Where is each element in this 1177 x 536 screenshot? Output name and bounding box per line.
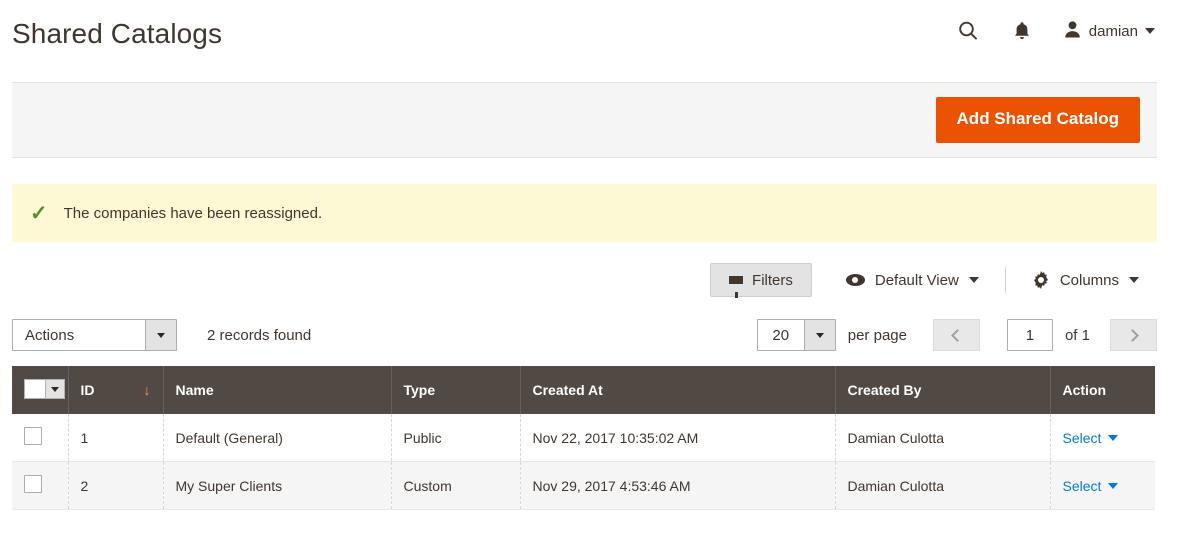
cell-id: 1 (68, 414, 164, 462)
column-header-id[interactable]: ID ↓ (68, 366, 164, 414)
mass-actions-dropdown-toggle[interactable] (145, 320, 176, 350)
funnel-icon (729, 276, 744, 298)
column-header-created-at[interactable]: Created At (520, 366, 836, 414)
cell-name: My Super Clients (163, 461, 392, 510)
page-title: Shared Catalogs (12, 18, 223, 49)
search-icon[interactable] (955, 18, 981, 44)
column-header-created-at-label: Created At (532, 382, 603, 398)
filters-button-label: Filters (752, 271, 793, 289)
row-checkbox-cell (12, 461, 69, 510)
header-tools: damian (955, 18, 1155, 44)
chevron-down-icon (1108, 482, 1119, 489)
chevron-down-icon (815, 332, 824, 338)
row-checkbox-cell (12, 414, 69, 462)
table-head: ID ↓ Name Type Created At Created By Act… (12, 366, 1155, 414)
cell-action: Select (1050, 461, 1155, 510)
user-menu[interactable]: damian (1063, 20, 1155, 43)
user-name: damian (1088, 22, 1138, 40)
view-control-label: Default View (874, 271, 959, 289)
columns-control[interactable]: Columns (1014, 263, 1157, 297)
column-header-created-by[interactable]: Created By (835, 366, 1051, 414)
grid-header-bar: Actions 2 records found 20 per page of 1 (12, 310, 1157, 360)
cell-created-by: Damian Culotta (835, 461, 1051, 510)
column-header-checkbox (12, 366, 69, 414)
cell-id: 2 (68, 461, 164, 510)
chevron-right-icon (1125, 328, 1139, 342)
cell-created-by: Damian Culotta (835, 414, 1051, 462)
records-found-label: 2 records found (207, 326, 312, 344)
row-action-select-label: Select (1062, 477, 1102, 494)
column-header-created-by-label: Created By (847, 382, 922, 398)
bell-icon[interactable] (1009, 18, 1035, 44)
cell-name: Default (General) (163, 414, 392, 462)
pagination-controls: 20 per page of 1 (756, 319, 1157, 351)
select-all-checkbox[interactable] (25, 380, 45, 398)
page-actions-bar: Add Shared Catalog (12, 82, 1157, 158)
column-header-type[interactable]: Type (391, 366, 521, 414)
column-header-id-label: ID (80, 382, 95, 398)
column-header-type-label: Type (403, 382, 436, 398)
column-header-action: Action (1050, 366, 1155, 414)
add-shared-catalog-button[interactable]: Add Shared Catalog (935, 97, 1140, 143)
filters-button[interactable]: Filters (710, 263, 812, 298)
total-pages-label: of 1 (1064, 326, 1090, 344)
per-page-select[interactable]: 20 (756, 319, 836, 351)
row-action-select-label: Select (1062, 429, 1102, 446)
per-page-value: 20 (772, 326, 790, 344)
table-row[interactable]: 1 Default (General) Public Nov 22, 2017 … (12, 414, 1155, 462)
chevron-down-icon (157, 332, 165, 338)
data-grid-wrapper: ID ↓ Name Type Created At Created By Act… (12, 366, 1155, 510)
gear-icon (1032, 271, 1050, 289)
row-action-select[interactable]: Select (1063, 430, 1119, 446)
chevron-down-icon (1145, 28, 1155, 34)
select-all-dropdown-toggle[interactable] (45, 380, 64, 398)
grid-header-left: Actions 2 records found (12, 319, 311, 351)
chevron-down-icon (1108, 434, 1119, 441)
select-all-checkbox-group[interactable] (24, 379, 65, 399)
success-message-text: The companies have been reassigned. (63, 204, 323, 222)
check-icon: ✓ (30, 201, 48, 225)
chevron-down-icon (51, 386, 59, 392)
columns-control-label: Columns (1059, 271, 1119, 289)
table-header-row: ID ↓ Name Type Created At Created By Act… (12, 366, 1155, 414)
cell-type: Custom (391, 461, 521, 510)
chevron-left-icon (951, 328, 965, 342)
row-action-select[interactable]: Select (1063, 478, 1119, 494)
current-page-input[interactable] (1006, 319, 1053, 351)
page-header: Shared Catalogs damian (0, 0, 1177, 78)
sort-descending-icon: ↓ (143, 382, 151, 398)
cell-created-at: Nov 22, 2017 10:35:02 AM (520, 414, 836, 462)
table-body: 1 Default (General) Public Nov 22, 2017 … (12, 414, 1155, 510)
shared-catalogs-table: ID ↓ Name Type Created At Created By Act… (12, 366, 1155, 510)
previous-page-button[interactable] (932, 319, 980, 351)
grid-toolbar: Filters Default View Columns (12, 258, 1157, 302)
success-message: ✓ The companies have been reassigned. (12, 184, 1157, 242)
view-bookmarks-control[interactable]: Default View (828, 263, 997, 297)
mass-actions-value: Actions (25, 326, 75, 344)
per-page-dropdown-toggle[interactable] (803, 320, 835, 350)
column-header-name[interactable]: Name (163, 366, 392, 414)
chevron-down-icon (968, 277, 979, 283)
cell-type: Public (391, 414, 521, 462)
user-avatar-icon (1063, 20, 1082, 43)
cell-action: Select (1050, 414, 1155, 462)
cell-created-at: Nov 29, 2017 4:53:46 AM (520, 461, 836, 510)
mass-actions-select[interactable]: Actions (12, 319, 177, 351)
row-checkbox[interactable] (24, 475, 42, 493)
row-checkbox[interactable] (24, 427, 42, 445)
chevron-down-icon (1129, 277, 1139, 283)
column-header-action-label: Action (1062, 382, 1107, 398)
toolbar-divider (1004, 267, 1006, 293)
column-header-name-label: Name (175, 382, 214, 398)
table-row[interactable]: 2 My Super Clients Custom Nov 29, 2017 4… (12, 461, 1155, 510)
eye-icon (845, 274, 865, 286)
next-page-button[interactable] (1110, 319, 1157, 351)
per-page-label: per page (847, 326, 907, 344)
